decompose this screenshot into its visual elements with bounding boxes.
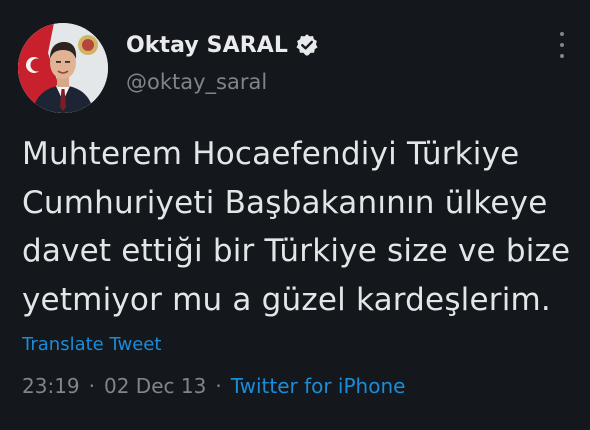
meta-separator: · (88, 374, 95, 398)
author-display-name[interactable]: Oktay SARAL (126, 33, 288, 58)
avatar-image (18, 23, 108, 113)
avatar[interactable] (18, 23, 108, 113)
meta-separator: · (215, 374, 222, 398)
tweet-text: Muhterem Hocaefendiyi Türkiye Cumhuriyet… (22, 130, 582, 324)
tweet-source-link[interactable]: Twitter for iPhone (231, 374, 406, 398)
tweet-date[interactable]: 02 Dec 13 (104, 374, 206, 398)
translate-tweet-link[interactable]: Translate Tweet (22, 334, 161, 355)
author-name-row[interactable]: Oktay SARAL (126, 30, 319, 60)
tweet-text-line: yetmiyor mu a güzel kardeşlerim. (22, 281, 551, 318)
tweet-text-line: Muhterem Hocaefendiyi Türkiye (22, 136, 520, 172)
more-dots-icon[interactable] (552, 32, 572, 58)
tweet-text-line: Cumhuriyeti Başbakanının ülkeye (22, 184, 548, 221)
verified-badge-icon (295, 33, 319, 57)
author-handle[interactable]: @oktay_saral (126, 70, 267, 94)
tweet-time[interactable]: 23:19 (22, 374, 80, 398)
tweet-text-line: davet ettiği bir Türkiye size ve bize (22, 233, 571, 269)
tweet-metadata: 23:19 · 02 Dec 13 · Twitter for iPhone (22, 374, 405, 398)
tweet-card: Oktay SARAL @oktay_saral Muhterem Hocaef… (0, 0, 590, 430)
